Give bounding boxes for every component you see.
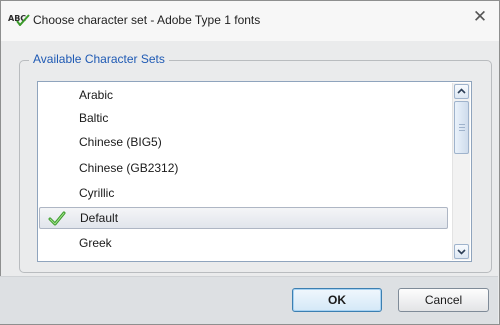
abc-spellcheck-icon: ABC bbox=[8, 14, 30, 26]
vertical-scrollbar[interactable] bbox=[452, 83, 470, 260]
ok-button[interactable]: OK bbox=[292, 288, 382, 312]
list-item-label: Default bbox=[80, 211, 119, 225]
chevron-up-icon bbox=[457, 88, 466, 94]
list-item-chinese-gb2312[interactable]: Chinese (GB2312) bbox=[39, 157, 448, 179]
scroll-thumb[interactable] bbox=[454, 101, 469, 154]
list-item-label: Greek bbox=[79, 236, 112, 250]
list-item-default[interactable]: Default bbox=[39, 207, 448, 229]
close-icon[interactable]: ✕ bbox=[472, 9, 488, 26]
window-title: Choose character set - Adobe Type 1 font… bbox=[33, 13, 261, 27]
list-item-chinese-big5[interactable]: Chinese (BIG5) bbox=[39, 131, 448, 153]
list-item-baltic[interactable]: Baltic bbox=[39, 107, 448, 129]
list-item-label: Baltic bbox=[79, 111, 109, 125]
title-bar[interactable]: ABC Choose character set - Adobe Type 1 … bbox=[1, 1, 499, 41]
chevron-down-icon bbox=[457, 249, 466, 255]
groupbox-label: Available Character Sets bbox=[29, 52, 169, 66]
list-item-label: Chinese (GB2312) bbox=[79, 161, 179, 175]
cancel-button[interactable]: Cancel bbox=[398, 288, 489, 312]
list-item-greek[interactable]: Greek bbox=[39, 232, 448, 254]
list-item-label: Chinese (BIG5) bbox=[79, 135, 162, 149]
list-item-label: Cyrillic bbox=[79, 186, 115, 200]
grip-line bbox=[459, 124, 465, 125]
list-item-arabic[interactable]: Arabic bbox=[39, 84, 448, 106]
grip-line bbox=[459, 127, 465, 128]
charset-listbox[interactable]: Arabic Baltic Chinese (BIG5) Chinese (GB… bbox=[37, 81, 472, 262]
checkmark-icon bbox=[48, 211, 66, 226]
list-item-label: Arabic bbox=[79, 88, 114, 102]
scroll-up-button[interactable] bbox=[454, 84, 469, 99]
list-item-cyrillic[interactable]: Cyrillic bbox=[39, 182, 448, 204]
grip-line bbox=[459, 130, 465, 131]
scroll-down-button[interactable] bbox=[454, 244, 469, 259]
